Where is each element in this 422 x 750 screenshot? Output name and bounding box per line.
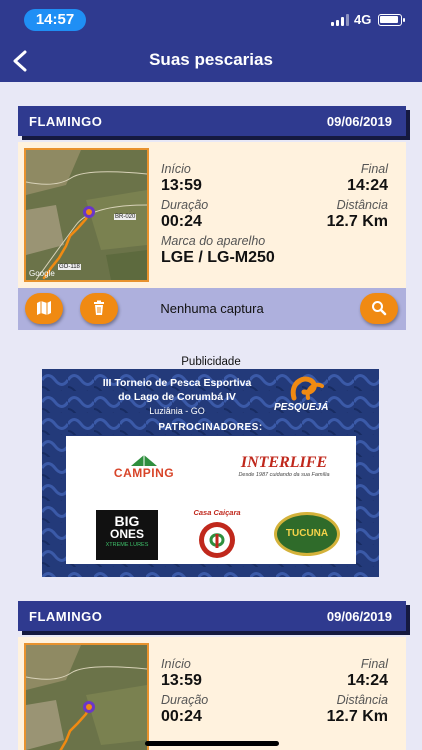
status-bar: 14:57 4G xyxy=(0,8,422,34)
duration-label: Duração xyxy=(161,693,209,707)
device-label: Marca do aparelho xyxy=(161,234,266,248)
network-type: 4G xyxy=(354,12,372,27)
start-time: 13:59 xyxy=(161,177,202,194)
card-date: 09/06/2019 xyxy=(326,609,392,624)
sponsor-interlife: INTERLIFE Desde 1987 cuidando da sua Fam… xyxy=(238,454,330,478)
ad-brand: PESQUEJÁ xyxy=(274,402,329,413)
home-indicator xyxy=(145,741,279,746)
device-value: LGE / LG-M250 xyxy=(161,249,275,266)
fishing-card[interactable]: FLAMINGO 09/06/2019 Início 13:59 Final 1… xyxy=(18,601,406,750)
ad-banner[interactable]: III Torneio de Pesca Esportiva do Lago d… xyxy=(42,369,379,577)
card-location: FLAMINGO xyxy=(29,609,103,624)
distance-value: 12.7 Km xyxy=(326,708,388,725)
route-map[interactable]: BR-020 GO-118 Google xyxy=(24,148,149,282)
end-time: 14:24 xyxy=(347,672,388,689)
signal-icon xyxy=(331,14,349,26)
start-time: 13:59 xyxy=(161,672,202,689)
end-label: Final xyxy=(360,657,388,671)
distance-label: Distância xyxy=(336,693,388,707)
card-date: 09/06/2019 xyxy=(326,114,392,129)
end-label: Final xyxy=(360,162,388,176)
google-logo: Google xyxy=(29,269,55,278)
end-time: 14:24 xyxy=(347,177,388,194)
ad-title-line1: III Torneio de Pesca Esportiva xyxy=(102,377,252,389)
battery-icon xyxy=(378,14,405,26)
card-header: FLAMINGO 09/06/2019 xyxy=(18,106,406,136)
duration-value: 00:24 xyxy=(161,213,202,230)
sponsor-tucuna: TUCUNA xyxy=(274,512,340,556)
sponsor-panel: CAMPING INTERLIFE Desde 1987 cuidando da… xyxy=(66,436,356,564)
search-icon xyxy=(372,301,387,316)
start-label: Início xyxy=(161,162,191,176)
road-label: BR-020 xyxy=(114,214,137,220)
route-map[interactable] xyxy=(24,643,149,750)
ad-sponsors-heading: PATROCINADORES: xyxy=(158,422,263,433)
distance-label: Distância xyxy=(336,198,388,212)
sponsor-camping: CAMPING xyxy=(106,454,182,482)
tent-icon xyxy=(131,455,157,466)
duration-label: Duração xyxy=(161,198,209,212)
card-location: FLAMINGO xyxy=(29,114,103,129)
road-label: GO-118 xyxy=(58,264,81,270)
status-time: 14:57 xyxy=(24,9,86,31)
app-header: 14:57 4G Suas pescarias xyxy=(0,0,422,82)
start-label: Início xyxy=(161,657,191,671)
card-details: Início 13:59 Final 14:24 Duração 00:24 D… xyxy=(18,637,406,750)
details-button[interactable] xyxy=(360,293,398,324)
duration-value: 00:24 xyxy=(161,708,202,725)
fishing-card[interactable]: FLAMINGO 09/06/2019 BR-020 GO-118 Google… xyxy=(18,106,406,332)
sponsor-casa-caicara: Casa Caiçara xyxy=(184,506,250,562)
ad-title-line2: do Lago de Corumbá IV xyxy=(118,391,236,403)
page-title: Suas pescarias xyxy=(149,50,273,69)
card-actions: Nenhuma captura xyxy=(18,288,406,330)
sponsor-bigones: BIG ONES XTREME LURES xyxy=(96,510,158,560)
card-header: FLAMINGO 09/06/2019 xyxy=(18,601,406,631)
distance-value: 12.7 Km xyxy=(326,213,388,230)
card-details: BR-020 GO-118 Google Início 13:59 Final … xyxy=(18,142,406,288)
ad-location: Luziânia - GO xyxy=(149,406,205,416)
pesqueja-logo-icon xyxy=(290,376,324,401)
catch-status: Nenhuma captura xyxy=(160,301,264,316)
ad-label: Publicidade xyxy=(181,356,241,368)
